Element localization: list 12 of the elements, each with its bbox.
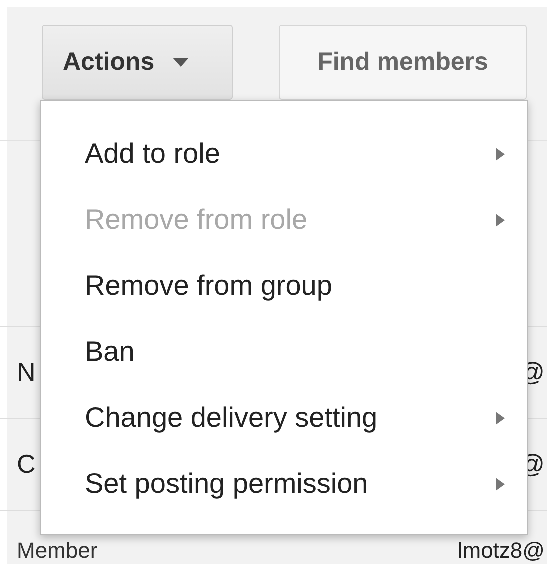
table-cell: Member [17,538,98,563]
table-cell: lmotz8@ [458,538,545,563]
caret-icon [172,58,189,67]
menu-item[interactable]: Add to role [41,121,527,187]
menu-item[interactable]: Remove from group [41,253,527,319]
menu-item[interactable]: Change delivery setting [41,385,527,451]
table-cell: N [17,357,36,388]
menu-item[interactable]: Set posting permission [41,451,527,517]
table-cell: C [17,449,36,480]
actions-dropdown-button[interactable]: Actions [42,25,233,100]
toolbar-button[interactable]: Find members [279,25,527,100]
menu-item[interactable]: Ban [41,319,527,385]
